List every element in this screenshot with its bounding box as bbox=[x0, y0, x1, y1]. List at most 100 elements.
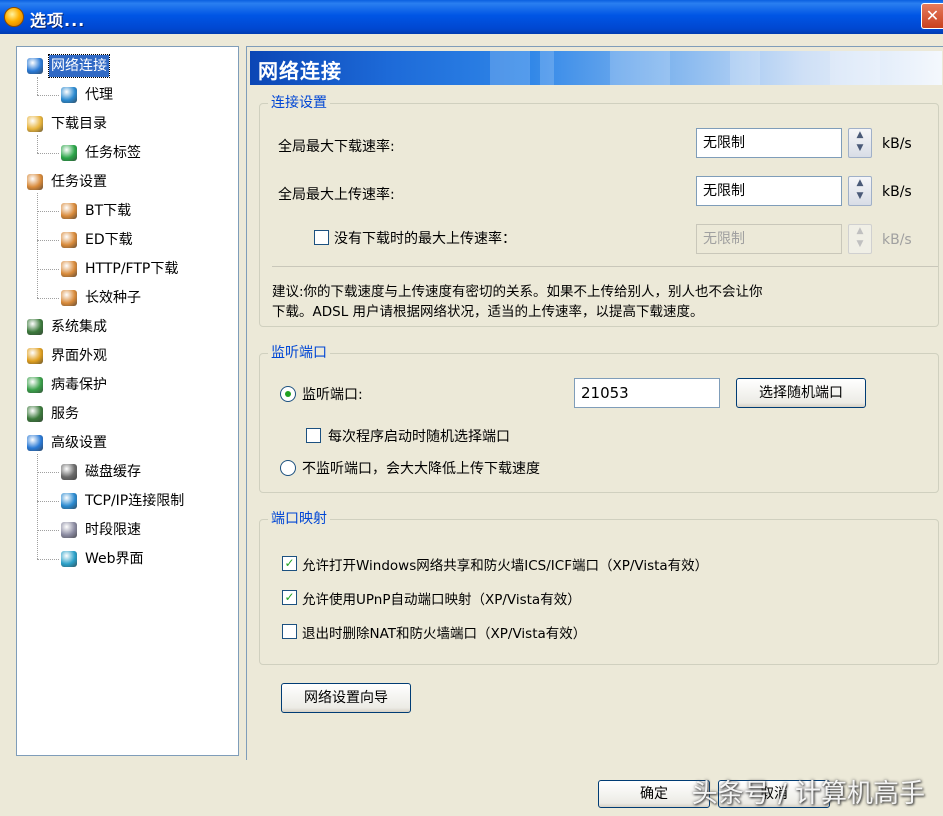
tree-connector bbox=[37, 530, 59, 531]
http-ftp-icon bbox=[61, 261, 77, 277]
tree-item-label: ED下载 bbox=[85, 232, 133, 248]
max-upload-spinner[interactable]: ▲ ▼ bbox=[848, 176, 872, 206]
listen-legend: 监听端口 bbox=[268, 344, 330, 362]
tree-item-label: Web界面 bbox=[85, 551, 144, 567]
folder-icon bbox=[27, 116, 43, 132]
no-listen-label: 不监听端口，会大大降低上传下载速度 bbox=[302, 461, 540, 477]
mapping-legend: 端口映射 bbox=[268, 510, 330, 528]
panel-title: 网络连接 bbox=[258, 59, 342, 83]
service-icon bbox=[27, 406, 43, 422]
idle-upload-label: 没有下载时的最大上传速率： bbox=[334, 231, 516, 247]
tree-item-label: 任务设置 bbox=[51, 174, 107, 190]
app-icon bbox=[4, 7, 24, 27]
appearance-icon bbox=[27, 348, 43, 364]
ed-icon bbox=[61, 232, 77, 248]
tree-item-label: 网络连接 bbox=[48, 54, 110, 78]
virus-icon bbox=[27, 377, 43, 393]
tree-item-label: 任务标签 bbox=[85, 145, 141, 161]
advice-text-2: 下载。ADSL 用户请根据网络状况，适当的上传速率，以提高下载速度。 bbox=[272, 304, 704, 320]
listen-port-radio[interactable] bbox=[280, 386, 296, 402]
proxy-icon bbox=[61, 87, 77, 103]
max-download-spinner[interactable]: ▲ ▼ bbox=[848, 128, 872, 158]
delete-nat-label: 退出时删除NAT和防火墙端口（XP/Vista有效） bbox=[302, 626, 587, 642]
random-port-button[interactable]: 选择随机端口 bbox=[736, 378, 866, 408]
connection-settings-group: 连接设置 全局最大下载速率: 无限制 ▲ ▼ kB/s 全局最大上传速率: 无限制… bbox=[259, 94, 939, 327]
connection-legend: 连接设置 bbox=[268, 94, 330, 112]
globe-icon bbox=[27, 58, 43, 74]
tree-connector bbox=[37, 193, 38, 298]
spin-up-icon: ▲ bbox=[856, 226, 864, 236]
random-each-start-checkbox[interactable] bbox=[306, 428, 321, 443]
idle-upload-spinner[interactable]: ▲ ▼ bbox=[848, 224, 872, 254]
panel-header: 网络连接 bbox=[250, 51, 942, 85]
tree-item-label: 系统集成 bbox=[51, 319, 107, 335]
ics-icf-label: 允许打开Windows网络共享和防火墙ICS/ICF端口（XP/Vista有效） bbox=[302, 558, 709, 574]
close-button[interactable]: ✕ bbox=[921, 3, 943, 29]
network-wizard-button[interactable]: 网络设置向导 bbox=[281, 683, 411, 713]
tree-connector bbox=[37, 240, 59, 241]
options-window: 选项... ✕ 网络连接代理下载目录任务标签任务设置 BT下载 ED下载 HTTP/F… bbox=[0, 0, 943, 816]
tree-item-label: 磁盘缓存 bbox=[85, 464, 141, 480]
idle-upload-input[interactable]: 无限制 bbox=[696, 224, 842, 254]
tree-connector bbox=[37, 501, 59, 502]
tree-connector bbox=[37, 153, 59, 154]
tree-item-label: 下载目录 bbox=[51, 116, 107, 132]
window-title: 选项... bbox=[30, 11, 86, 30]
integration-icon bbox=[27, 319, 43, 335]
tree-connector bbox=[37, 211, 59, 212]
options-tree[interactable]: 网络连接代理下载目录任务标签任务设置 BT下载 ED下载 HTTP/FTP下载 长效种子… bbox=[16, 46, 239, 756]
port-mapping-group: 端口映射 ✓ 允许打开Windows网络共享和防火墙ICS/ICF端口（XP/V… bbox=[259, 510, 939, 665]
tree-connector bbox=[37, 559, 59, 560]
tree-connector bbox=[37, 135, 38, 153]
spin-down-icon: ▼ bbox=[856, 191, 864, 201]
tree-item-label: 服务 bbox=[51, 406, 79, 422]
ics-icf-checkbox[interactable]: ✓ bbox=[282, 556, 297, 571]
idle-upload-checkbox[interactable] bbox=[314, 230, 329, 245]
tcpip-icon bbox=[61, 493, 77, 509]
settings-panel: 网络连接 连接设置 全局最大下载速率: 无限制 ▲ ▼ kB/s 全局最大上传速率… bbox=[246, 46, 943, 760]
listen-port-label: 监听端口: bbox=[302, 387, 363, 403]
tree-item-label: 界面外观 bbox=[51, 348, 107, 364]
upnp-label: 允许使用UPnP自动端口映射（XP/Vista有效） bbox=[302, 592, 581, 608]
header-decoration bbox=[430, 51, 942, 85]
spin-up-icon: ▲ bbox=[856, 178, 864, 188]
advanced-icon bbox=[27, 435, 43, 451]
title-bar[interactable]: 选项... ✕ bbox=[0, 0, 943, 34]
spin-down-icon: ▼ bbox=[856, 143, 864, 153]
tree-item-label: TCP/IP连接限制 bbox=[85, 493, 185, 509]
tree-item-label: 高级设置 bbox=[51, 435, 107, 451]
tree-item-label: 代理 bbox=[85, 87, 113, 103]
idle-upload-unit: kB/s bbox=[882, 232, 912, 248]
tree-connector bbox=[37, 454, 38, 559]
tree-item-label: BT下载 bbox=[85, 203, 132, 219]
tree-connector bbox=[37, 269, 59, 270]
schedule-icon bbox=[61, 522, 77, 538]
listen-port-group: 监听端口 监听端口: 21053 选择随机端口 每次程序启动时随机选择端口 不监… bbox=[259, 344, 939, 493]
watermark: 头条号 / 计算机高手 bbox=[691, 779, 925, 809]
port-input[interactable]: 21053 bbox=[574, 378, 720, 408]
tree-item-label: 时段限速 bbox=[85, 522, 141, 538]
spin-down-icon: ▼ bbox=[856, 239, 864, 249]
no-listen-radio[interactable] bbox=[280, 460, 296, 476]
max-upload-input[interactable]: 无限制 bbox=[696, 176, 842, 206]
tree-item-label: HTTP/FTP下载 bbox=[85, 261, 179, 277]
divider bbox=[272, 266, 938, 267]
tree-item-label: 病毒保护 bbox=[51, 377, 107, 393]
close-icon: ✕ bbox=[925, 6, 940, 25]
max-upload-unit: kB/s bbox=[882, 184, 912, 200]
max-download-input[interactable]: 无限制 bbox=[696, 128, 842, 158]
bt-icon bbox=[61, 203, 77, 219]
random-each-start-label: 每次程序启动时随机选择端口 bbox=[328, 429, 510, 445]
tree-connector bbox=[37, 77, 38, 95]
delete-nat-checkbox[interactable] bbox=[282, 624, 297, 639]
upnp-checkbox[interactable]: ✓ bbox=[282, 590, 297, 605]
tree-item-label: 长效种子 bbox=[85, 290, 141, 306]
advice-text-1: 建议:你的下载速度与上传速度有密切的关系。如果不上传给别人，别人也不会让你 bbox=[272, 284, 763, 300]
spin-up-icon: ▲ bbox=[856, 130, 864, 140]
max-download-unit: kB/s bbox=[882, 136, 912, 152]
tree-connector bbox=[37, 298, 59, 299]
tree-connector bbox=[37, 472, 59, 473]
task-icon bbox=[27, 174, 43, 190]
web-icon bbox=[61, 551, 77, 567]
disk-cache-icon bbox=[61, 464, 77, 480]
